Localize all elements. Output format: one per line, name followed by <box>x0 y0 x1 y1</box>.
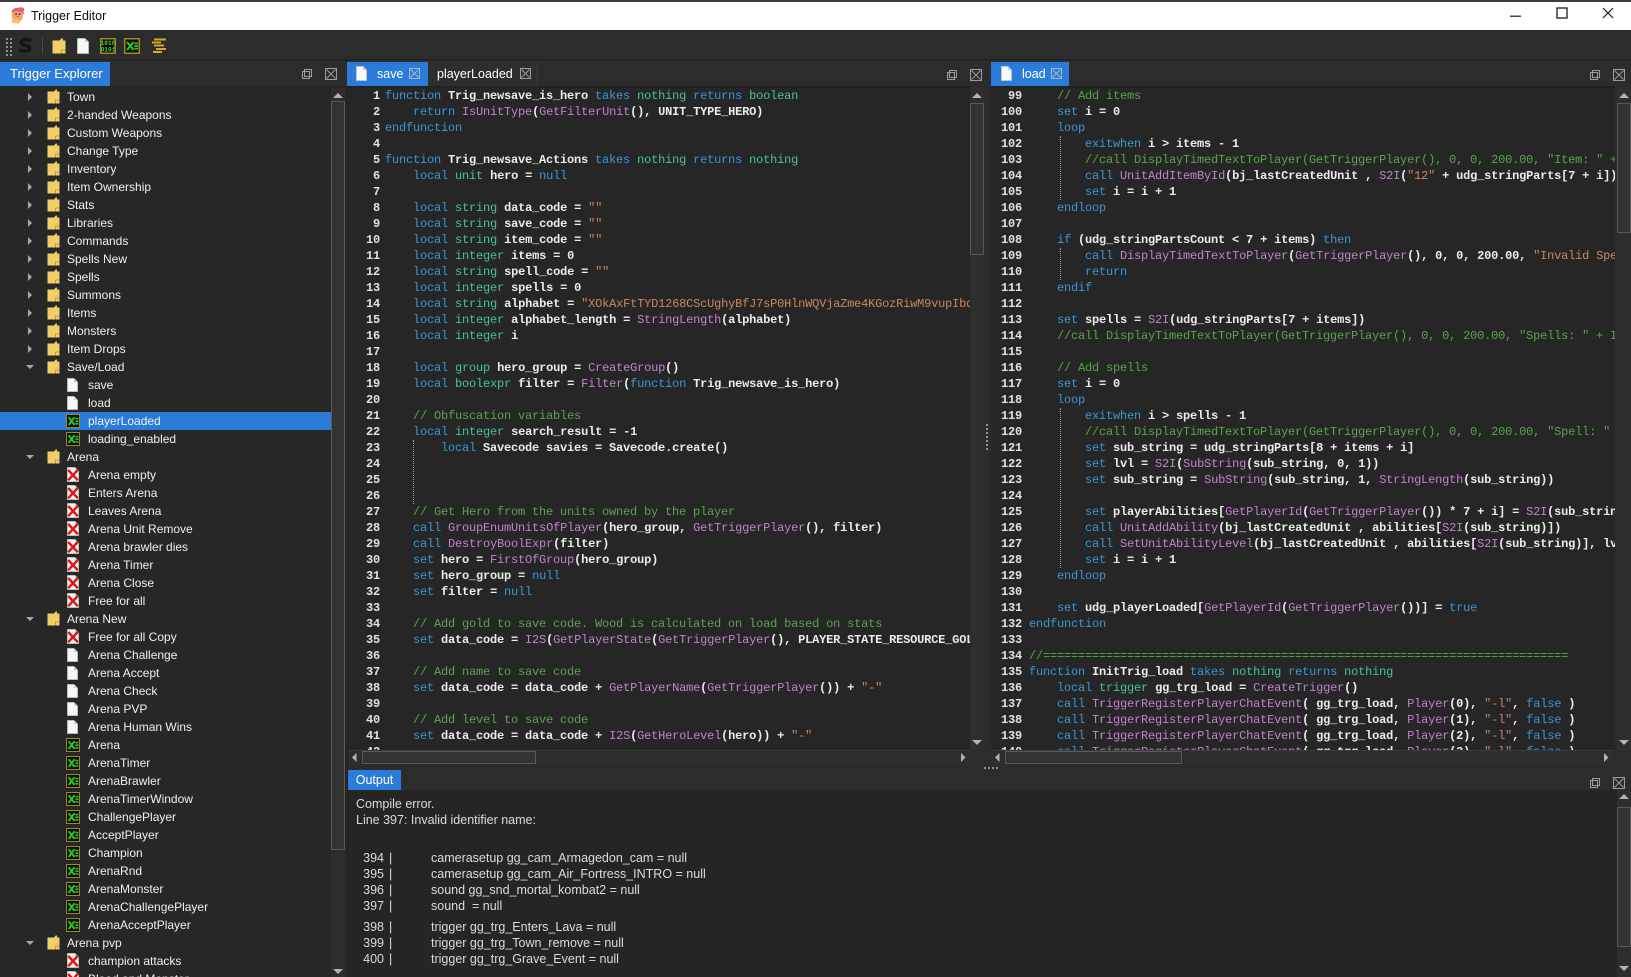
svg-text:0101: 0101 <box>101 46 116 53</box>
